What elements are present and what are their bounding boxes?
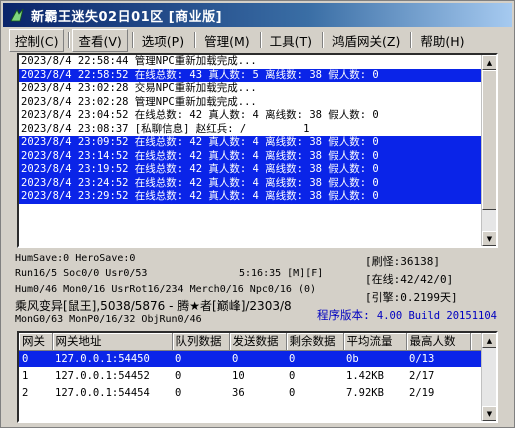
- menu-separator: [410, 32, 413, 48]
- menu-help[interactable]: 帮助(H): [414, 29, 470, 52]
- cell-max-users: 2/17: [409, 369, 435, 382]
- menu-gateway-shield[interactable]: 鸿盾网关(Z): [326, 29, 406, 52]
- menu-separator: [68, 32, 71, 48]
- log-line: 2023/8/4 23:29:52 在线总数: 42 真人数: 4 离线数: 3…: [19, 190, 485, 204]
- version-value: 4.00 Build 20151104: [376, 310, 497, 322]
- col-header-sent[interactable]: 发送数据: [229, 333, 287, 351]
- col-header-remaining[interactable]: 剩余数据: [286, 333, 344, 351]
- log-scrollbar[interactable]: ▲ ▼: [481, 55, 496, 246]
- cell-avg-traffic: 0b: [343, 350, 406, 367]
- cell-address: 127.0.0.1:54452: [55, 369, 150, 382]
- scroll-down-arrow-icon[interactable]: ▼: [482, 406, 496, 421]
- gateway-table[interactable]: 网关 网关地址 队列数据 发送数据 剩余数据 平均流量 最高人数 0 127.0…: [17, 331, 498, 423]
- log-line: 2023/8/4 23:04:52 在线总数: 42 真人数: 4 离线数: 3…: [21, 109, 379, 121]
- log-line: 2023/8/4 22:58:52 在线总数: 43 真人数: 5 离线数: 3…: [19, 68, 485, 82]
- cell-sent: 0: [229, 350, 286, 367]
- cell-gateway: 0: [19, 350, 52, 367]
- main-window: 新霸王迷失02日01区 [商业版] 控制(C) 查看(V) 选项(P) 管理(M…: [0, 0, 515, 428]
- cell-avg-traffic: 1.42KB: [346, 369, 384, 382]
- scroll-up-arrow-icon[interactable]: ▲: [482, 333, 496, 348]
- cell-max-users: 2/19: [409, 386, 435, 399]
- cell-max-users: 0/13: [406, 350, 470, 367]
- log-line: 2023/8/4 23:02:28 管理NPC重新加载完成...: [21, 95, 257, 108]
- scroll-thumb[interactable]: [482, 70, 496, 210]
- log-line: 2023/8/4 22:58:44 管理NPC重新加载完成...: [21, 55, 257, 67]
- log-line: 2023/8/4 23:09:52 在线总数: 42 真人数: 4 离线数: 3…: [19, 136, 485, 150]
- cell-remaining: 0: [286, 350, 343, 367]
- col-header-queue[interactable]: 队列数据: [172, 333, 230, 351]
- cell-gateway: 1: [22, 369, 29, 382]
- cell-gateway: 2: [22, 386, 29, 399]
- col-header-gateway[interactable]: 网关: [19, 333, 53, 351]
- menu-bar: 控制(C) 查看(V) 选项(P) 管理(M) 工具(T) 鸿盾网关(Z) 帮助…: [3, 28, 512, 52]
- scroll-up-arrow-icon[interactable]: ▲: [482, 55, 496, 70]
- table-scrollbar[interactable]: ▲ ▼: [481, 333, 496, 421]
- gateway-table-grid: 网关 网关地址 队列数据 发送数据 剩余数据 平均流量 最高人数 0 127.0…: [19, 333, 486, 401]
- menu-manage[interactable]: 管理(M): [198, 29, 256, 52]
- log-line: 2023/8/4 23:02:28 交易NPC重新加载完成...: [21, 82, 257, 94]
- refresh-count: [刷怪:36138]: [365, 255, 440, 268]
- status-time: 5:16:35 [M][F]: [239, 268, 324, 279]
- status-panel: HumSave:0 HeroSave:0 Run16/5 Soc0/0 Usr0…: [15, 251, 505, 325]
- title-bar[interactable]: 新霸王迷失02日01区 [商业版]: [3, 3, 512, 27]
- stats-box: [刷怪:36138] [在线:42/42/0] [引擎:0.2199天]: [365, 253, 505, 313]
- scroll-down-arrow-icon[interactable]: ▼: [482, 231, 496, 246]
- cell-remaining: 0: [289, 386, 296, 399]
- cell-queue: 0: [172, 350, 229, 367]
- table-row[interactable]: 0 127.0.0.1:54450 0 0 0 0b 0/13: [19, 350, 485, 367]
- cell-remaining: 0: [289, 369, 296, 382]
- menu-separator: [194, 32, 197, 48]
- table-header-row: 网关 网关地址 队列数据 发送数据 剩余数据 平均流量 最高人数: [19, 333, 486, 351]
- log-panel[interactable]: 2023/8/4 22:58:44 管理NPC重新加载完成... 2023/8/…: [17, 53, 498, 248]
- cell-queue: 0: [175, 369, 182, 382]
- menu-options[interactable]: 选项(P): [136, 29, 190, 52]
- col-header-avg-traffic[interactable]: 平均流量: [343, 333, 407, 351]
- log-line: 2023/8/4 23:14:52 在线总数: 42 真人数: 4 离线数: 3…: [19, 149, 485, 163]
- log-lines: 2023/8/4 22:58:44 管理NPC重新加载完成... 2023/8/…: [19, 55, 485, 204]
- menu-tools[interactable]: 工具(T): [264, 29, 318, 52]
- cell-sent: 10: [232, 369, 245, 382]
- col-header-address[interactable]: 网关地址: [52, 333, 173, 351]
- table-row[interactable]: 2 127.0.0.1:54454 0 36 0 7.92KB 2/19: [19, 384, 485, 401]
- menu-view[interactable]: 查看(V): [72, 28, 128, 52]
- online-count: [在线:42/42/0]: [365, 273, 454, 286]
- table-row[interactable]: 1 127.0.0.1:54452 0 10 0 1.42KB 2/17: [19, 367, 485, 384]
- menu-separator: [131, 32, 134, 48]
- cell-queue: 0: [175, 386, 182, 399]
- engine-uptime: [引擎:0.2199天]: [365, 291, 458, 304]
- program-version: 程序版本: 4.00 Build 20151104: [317, 307, 497, 323]
- log-line: 2023/8/4 23:24:52 在线总数: 42 真人数: 4 离线数: 3…: [19, 176, 485, 190]
- status-save: HumSave:0 HeroSave:0: [15, 253, 136, 264]
- app-icon: [9, 7, 25, 23]
- cell-avg-traffic: 7.92KB: [346, 386, 384, 399]
- menu-separator: [322, 32, 325, 48]
- menu-control[interactable]: 控制(C): [9, 28, 65, 52]
- window-title: 新霸王迷失02日01区 [商业版]: [31, 9, 223, 25]
- status-run: Run16/5 Soc0/0 Usr0/53: [15, 268, 148, 279]
- status-mon: MonG0/63 MonP0/16/32 ObjRun0/46: [15, 314, 202, 325]
- log-line: 2023/8/4 23:08:37 [私聊信息] 赵红兵: / 1: [21, 122, 310, 135]
- cell-address: 127.0.0.1:54450: [52, 350, 172, 367]
- menu-separator: [259, 32, 262, 48]
- status-boss: 乘风变异[鼠王],5038/5876 - 腾★者[巅峰]/2303/8: [15, 299, 292, 313]
- log-line: 2023/8/4 23:19:52 在线总数: 42 真人数: 4 离线数: 3…: [19, 163, 485, 177]
- col-header-max-users[interactable]: 最高人数: [406, 333, 471, 351]
- status-hum: Hum0/46 Mon0/16 UsrRot16/234 Merch0/16 N…: [15, 284, 317, 295]
- cell-address: 127.0.0.1:54454: [55, 386, 150, 399]
- version-label: 程序版本:: [317, 308, 370, 322]
- cell-sent: 36: [232, 386, 245, 399]
